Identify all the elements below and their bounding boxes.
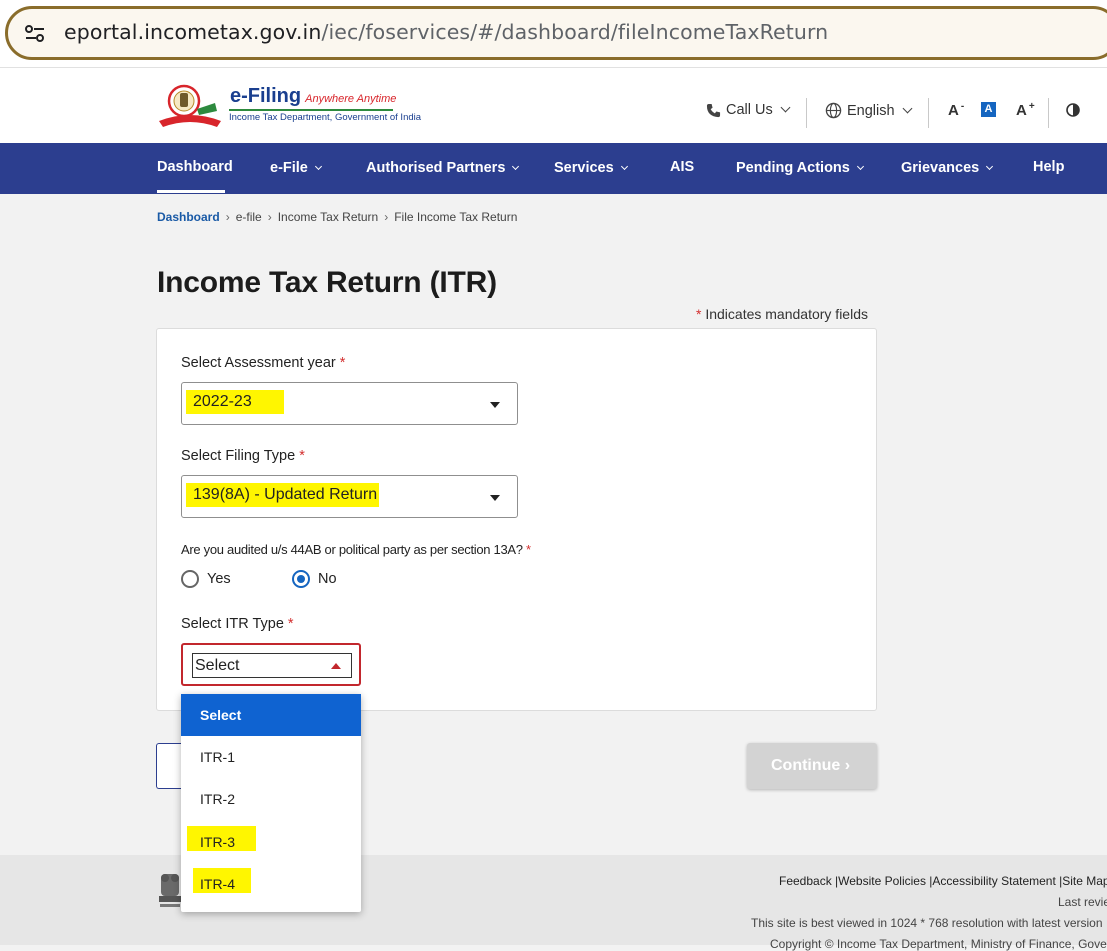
caret-up-icon [331,663,341,669]
browser-address-bar-area: eportal.incometax.gov.in/iec/foservices/… [0,0,1107,68]
site-footer: Feedback |Website Policies |Accessibilit… [0,855,1107,951]
header-divider [928,98,929,128]
itr-type-select-inner[interactable]: Select [192,653,352,678]
itr-type-label: Select ITR Type * [181,616,294,632]
nav-help[interactable]: Help [1033,159,1064,175]
itr-option-itr3[interactable]: ITR-3 [181,820,361,862]
nav-dashboard[interactable]: Dashboard [157,159,233,175]
breadcrumb-separator: › [225,210,230,224]
caret-down-icon [490,495,500,501]
contrast-icon[interactable] [1066,103,1080,117]
font-normal-button[interactable]: A [981,102,996,117]
url-text[interactable]: eportal.incometax.gov.in/iec/foservices/… [64,20,828,44]
breadcrumb-current: File Income Tax Return [394,210,518,224]
nav-pending-actions[interactable]: Pending Actions [736,160,864,176]
last-reviewed: Last review [1058,895,1107,909]
itr-option-itr2[interactable]: ITR-2 [181,778,361,820]
filing-type-label: Select Filing Type * [181,448,305,464]
url-host: eportal.incometax.gov.in [64,20,322,44]
continue-label: Continue [771,757,841,774]
breadcrumb-dashboard[interactable]: Dashboard [157,210,220,224]
chevron-down-icon [620,162,628,171]
phone-icon [706,103,721,117]
breadcrumb-efile[interactable]: e-file [236,210,262,224]
page-title: Income Tax Return (ITR) [157,266,497,299]
address-bar[interactable]: eportal.incometax.gov.in/iec/foservices/… [5,6,1107,60]
nav-active-indicator [157,190,225,193]
url-path: /iec/foservices/#/dashboard/fileIncomeTa… [321,20,829,44]
font-decrease-button[interactable]: A- [948,101,964,119]
chevron-down-icon [780,102,791,113]
caret-down-icon [490,402,500,408]
income-tax-emblem-logo[interactable] [157,81,223,129]
logo-subtitle: Income Tax Department, Government of Ind… [229,112,422,123]
language-label: English [847,102,895,119]
audit-no-radio[interactable] [292,570,310,588]
font-increase-button[interactable]: A + [1016,101,1035,119]
breadcrumb: Dashboard › e-file › Income Tax Return › Fi… [157,210,517,224]
assessment-year-label: Select Assessment year * [181,355,346,371]
itr-option-itr4[interactable]: ITR-4 [181,862,361,904]
site-settings-icon[interactable] [24,23,46,45]
itr-option-itr1[interactable]: ITR-1 [181,736,361,778]
assessment-year-value: 2022-23 [186,390,284,414]
chevron-right-icon: › [844,757,851,774]
logo-tagline: Anywhere Anytime [305,93,397,105]
chevron-down-icon [512,162,520,171]
best-viewed-note: This site is best viewed in 1024 * 768 r… [751,916,1103,930]
national-emblem-logo [159,874,181,907]
filing-type-select[interactable]: 139(8A) - Updated Return [181,475,518,518]
itr-type-dropdown-list: Select ITR-1 ITR-2 ITR-3 ITR-4 [181,694,361,912]
logo-divider [229,109,393,111]
mandatory-note: * Indicates mandatory fields [696,306,868,322]
call-us-menu[interactable]: Call Us [706,102,791,118]
audit-yes-radio[interactable] [181,570,199,588]
breadcrumb-separator: › [267,210,272,224]
filing-type-value: 139(8A) - Updated Return [186,483,379,507]
itr-option-select[interactable]: Select [181,694,361,736]
chevron-down-icon [856,162,864,171]
logo-title: e-Filing Anywhere Anytime [230,85,397,107]
nav-authorised-partners[interactable]: Authorised Partners [366,160,520,176]
header-divider [806,98,807,128]
nav-efile[interactable]: e-File [270,160,322,176]
nav-grievances[interactable]: Grievances [901,160,994,176]
audit-yes-label[interactable]: Yes [207,571,231,587]
footer-links[interactable]: Feedback |Website Policies |Accessibilit… [779,874,1107,888]
chevron-down-icon [986,162,994,171]
main-navigation: Dashboard e-File Authorised Partners Ser… [0,143,1107,194]
call-us-label: Call Us [726,102,773,118]
chevron-down-icon [902,103,913,113]
audit-no-label[interactable]: No [318,571,337,587]
copyright: Copyright © Income Tax Department, Minis… [770,937,1107,951]
audit-question: Are you audited u/s 44AB or political pa… [181,542,531,557]
globe-icon [825,102,842,119]
assessment-year-select[interactable]: 2022-23 [181,382,518,425]
continue-button[interactable]: Continue › [747,743,877,789]
site-header: e-Filing Anywhere Anytime Income Tax Depa… [0,68,1107,143]
itr-type-select[interactable]: Select [181,643,361,686]
breadcrumb-income-tax-return[interactable]: Income Tax Return [278,210,379,224]
nav-ais[interactable]: AIS [670,159,694,175]
itr-type-value: Select [195,657,240,674]
header-divider [1048,98,1049,128]
breadcrumb-separator: › [384,210,389,224]
nav-services[interactable]: Services [554,160,628,176]
chevron-down-icon [314,162,322,171]
language-selector[interactable]: English [825,102,913,119]
